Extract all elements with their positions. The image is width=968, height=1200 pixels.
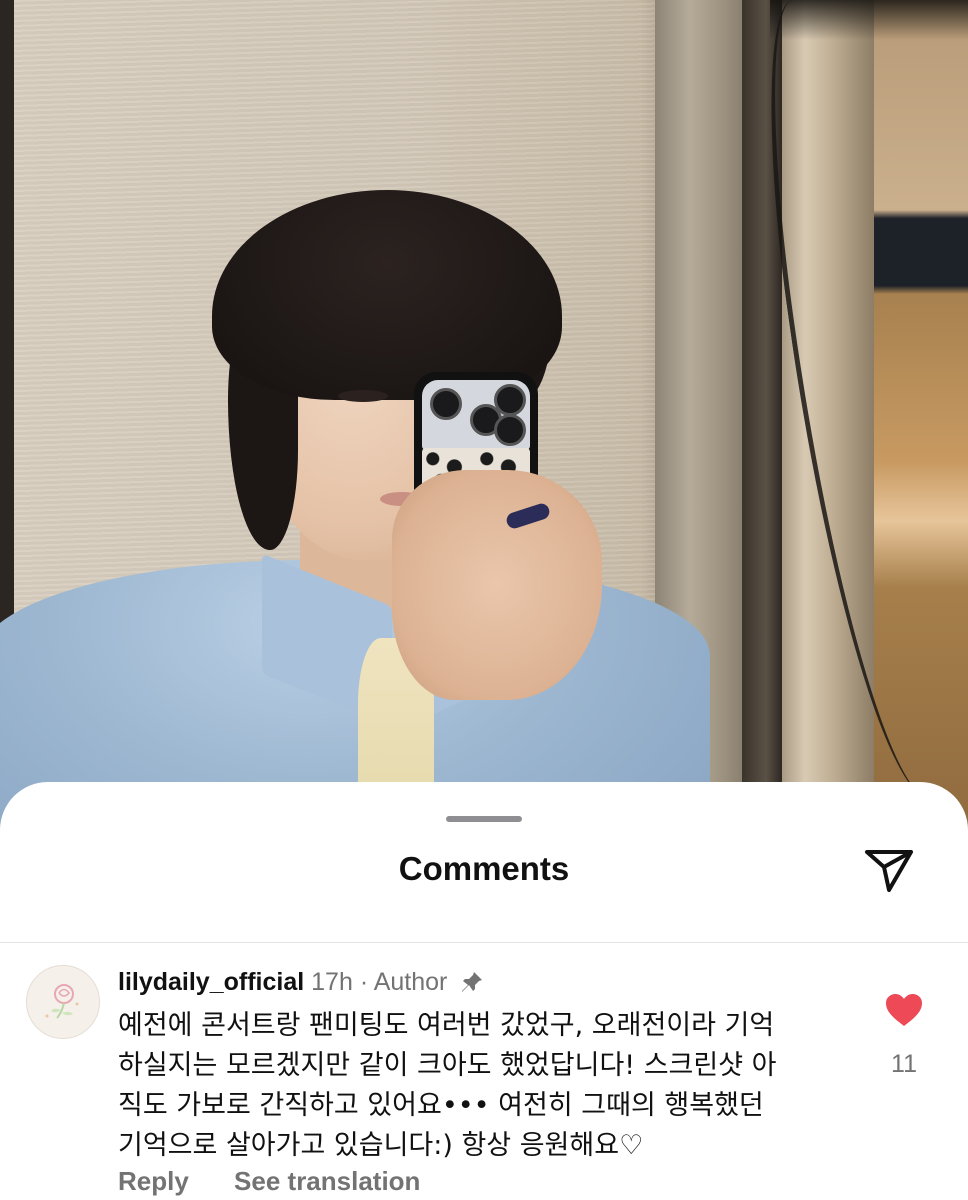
pin-icon — [462, 972, 483, 992]
comment-line: 하실지는 모르겠지만 같이 크아도 했었답니다! 스크린샷 아 — [118, 1050, 777, 1081]
comment-text: 예전에 콘서트랑 팬미팅도 여러번 갔었구, 오래전이라 기억 하실지는 모르겠… — [118, 1006, 838, 1166]
paper-plane-icon — [865, 850, 913, 892]
share-button[interactable] — [862, 848, 916, 894]
heart-icon — [886, 994, 922, 1026]
comment-meta: lilydaily_official 17h · Author — [118, 968, 484, 997]
comment-line: 직도 가보로 간직하고 있어요••• 여전히 그때의 행복했던 — [118, 1090, 764, 1121]
comment-item: lilydaily_official 17h · Author 예전에 콘서트랑… — [0, 960, 968, 1200]
divider — [0, 942, 968, 943]
reply-button[interactable]: Reply — [118, 1166, 189, 1196]
comment-time: 17h — [311, 968, 353, 996]
sheet-grabber[interactable] — [446, 816, 522, 822]
comment-username[interactable]: lilydaily_official — [118, 968, 304, 996]
rose-logo-icon — [45, 984, 79, 1019]
eye — [338, 390, 388, 402]
comment-line: 예전에 콘서트랑 팬미팅도 여러번 갔었구, 오래전이라 기억 — [118, 1010, 775, 1041]
like-count: 11 — [891, 1050, 917, 1078]
post-photo — [0, 0, 968, 840]
meta-separator: · — [359, 968, 369, 996]
comment-actions: Reply See translation — [118, 1166, 458, 1197]
avatar[interactable] — [26, 965, 100, 1039]
comment-line: 기억으로 살아가고 있습니다:) 항상 응원해요♡ — [118, 1130, 644, 1161]
author-label: Author — [373, 968, 448, 996]
hand — [392, 470, 602, 700]
like-button[interactable] — [884, 992, 924, 1028]
comments-sheet: Comments lilydaily_official 17h · Author — [0, 782, 968, 1200]
camera-lens — [430, 388, 462, 420]
camera-lens — [494, 414, 526, 446]
see-translation-button[interactable]: See translation — [234, 1166, 420, 1196]
sheet-title: Comments — [398, 850, 570, 887]
